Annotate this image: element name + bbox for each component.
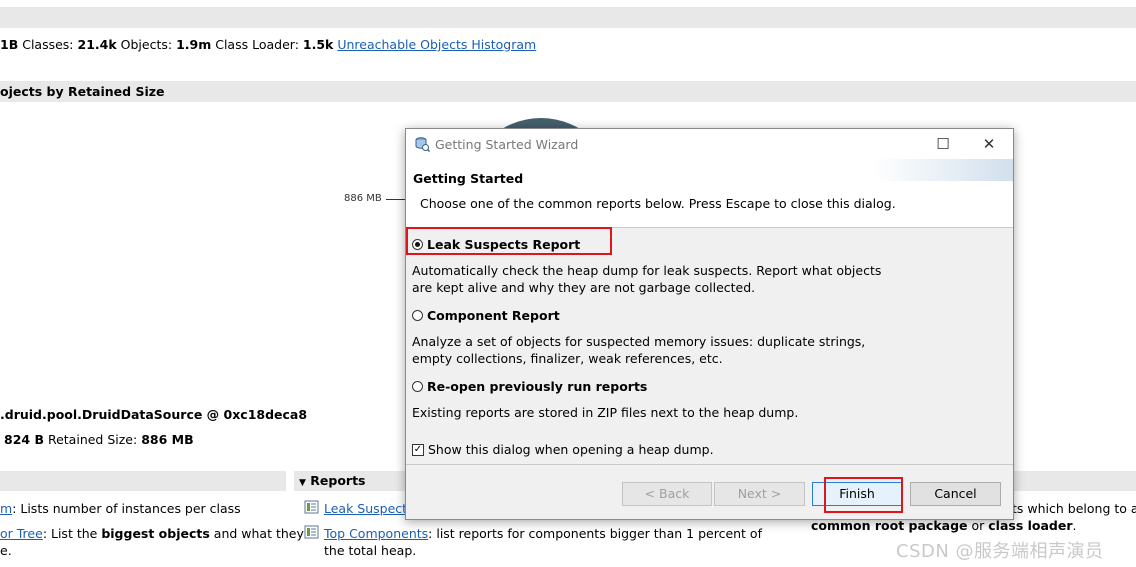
class-loader-value: 1.5k [302,37,334,52]
classes-value: 21.4k [77,37,117,52]
back-button[interactable]: < Back [622,482,712,506]
top-components-link[interactable]: Top Components [324,526,428,541]
actions-item-dominator-cont: e. [0,543,12,558]
shallow-size-value: 824 B [4,432,44,447]
right-report-desc-line1: ts which belong to a [1012,501,1136,516]
show-dialog-checkbox[interactable]: ✓ [412,443,424,456]
heap-dump-app-icon [414,136,431,153]
right-end: . [1072,518,1077,533]
component-report-label[interactable]: Component Report [427,308,560,323]
button-bar-separator [406,464,1013,465]
leak-suspects-description: Automatically check the heap dump for le… [412,262,881,296]
retained-size-value: 886 MB [141,432,194,447]
leak-suspects-desc-line2: are kept alive and why they are not garb… [412,280,756,295]
right-report-desc-line2: common root package or class loader. [811,518,1077,533]
minimize-icon[interactable]: — [880,133,912,155]
right-bold-a: common root package [811,518,968,533]
wizard-page-description: Choose one of the common reports below. … [420,196,896,211]
objects-value: 1.9m [176,37,212,52]
component-report-radio-option[interactable]: Component Report [412,306,560,324]
top-components-desc-cont: the total heap. [324,543,417,558]
dialog-titlebar[interactable]: Getting Started Wizard — ☐ ✕ [406,129,1013,159]
getting-started-wizard-dialog[interactable]: Getting Started Wizard — ☐ ✕ Getting Sta… [405,128,1014,520]
dominator-desc-a: : List the [42,526,102,541]
collapse-triangle-icon[interactable]: ▼ [299,478,306,488]
top-band [0,7,1136,28]
show-dialog-checkbox-row[interactable]: ✓ Show this dialog when opening a heap d… [412,442,714,457]
maximize-icon[interactable]: ☐ [927,133,959,155]
leak-suspects-label[interactable]: Leak Suspects Report [427,237,580,252]
summary-prefix: 1B [0,37,19,52]
unreachable-histogram-link[interactable]: Unreachable Objects Histogram [337,37,536,52]
leak-suspects-radio[interactable] [412,238,423,250]
close-icon[interactable]: ✕ [973,133,1005,155]
histogram-action-link[interactable]: m [0,501,12,516]
reopen-reports-radio-option[interactable]: Re-open previously run reports [412,377,647,395]
actions-item-dominator: or Tree: List the biggest objects and wh… [0,526,304,541]
show-dialog-checkbox-label[interactable]: Show this dialog when opening a heap dum… [428,442,714,457]
biggest-objects-header: ojects by Retained Size [0,84,165,99]
heap-summary: 1B Classes: 21.4k Objects: 1.9m Class Lo… [0,37,536,52]
biggest-objects-band [0,81,1136,102]
leak-suspects-desc-line1: Automatically check the heap dump for le… [412,263,882,278]
finish-highlight [824,477,903,513]
csdn-watermark: CSDN @服务端相声演员 [896,541,1104,562]
banner-gradient [873,159,1013,181]
component-report-radio[interactable] [412,309,423,321]
pie-slice-label: 886 MB [344,193,382,204]
right-mid: or [967,518,989,533]
dominator-desc-bold: biggest objects [101,526,210,541]
leak-suspects-report-link[interactable]: Leak Suspects [324,501,414,516]
reports-header-label: Reports [310,473,366,488]
component-report-description: Analyze a set of objects for suspected m… [412,333,865,367]
histogram-action-desc: : Lists number of instances per class [12,501,241,516]
dominator-desc-b: and what they [209,526,304,541]
reopen-reports-label[interactable]: Re-open previously run reports [427,379,647,394]
wizard-page-title: Getting Started [413,171,524,186]
objects-label: Objects: [120,37,173,52]
reports-section-header[interactable]: ▼ Reports [299,473,366,488]
class-loader-label: Class Loader: [215,37,299,52]
actions-item-histogram: m: Lists number of instances per class [0,501,241,516]
leak-suspects-radio-option[interactable]: Leak Suspects Report [412,235,580,253]
report-icon [304,525,320,542]
dialog-title: Getting Started Wizard [435,137,579,152]
reopen-reports-description: Existing reports are stored in ZIP files… [412,405,799,420]
actions-band [0,471,286,491]
top-components-desc: : list reports for components bigger tha… [428,526,762,541]
report-icon [304,500,320,517]
wizard-banner: Getting Started Choose one of the common… [406,159,1013,228]
right-bold-b: class loader [988,518,1073,533]
cancel-button[interactable]: Cancel [910,482,1001,506]
reopen-reports-radio[interactable] [412,380,423,392]
classes-label: Classes: [22,37,74,52]
retained-size-label: Retained Size: [47,432,138,447]
pie-label-leader-line [386,199,406,200]
selected-object-sizes: 824 B Retained Size: 886 MB [4,432,194,447]
dominator-tree-link[interactable]: or Tree [0,526,43,541]
selected-object-name: .druid.pool.DruidDataSource @ 0xc18deca8 [0,407,308,422]
top-components-item: Top Components: list reports for compone… [324,526,762,541]
next-button[interactable]: Next > [714,482,805,506]
component-report-desc-line1: Analyze a set of objects for suspected m… [412,334,866,349]
component-report-desc-line2: empty collections, finalizer, weak refer… [412,351,723,366]
